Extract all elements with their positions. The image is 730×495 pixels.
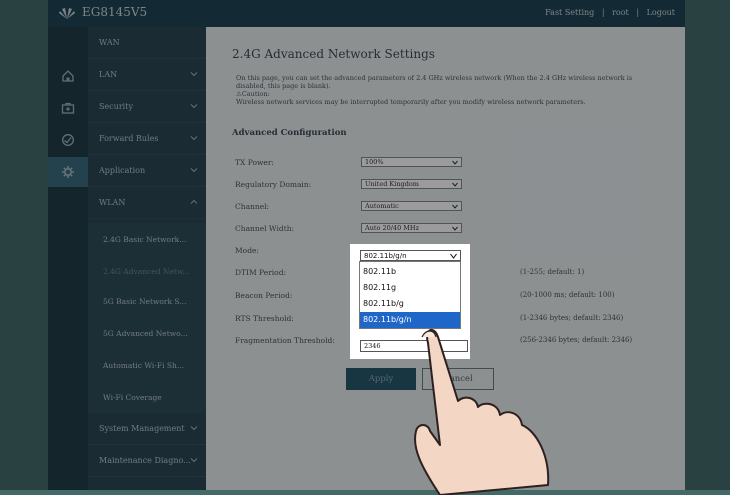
mode-option[interactable]: 802.11b	[360, 264, 460, 280]
mode-option[interactable]: 802.11g	[360, 280, 460, 296]
select-value: 802.11b/g/n	[364, 252, 407, 260]
chevron-down-icon	[450, 253, 457, 259]
mode-select[interactable]: 802.11b/g/n	[360, 250, 461, 261]
pointing-hand-icon	[414, 328, 550, 495]
mode-option[interactable]: 802.11b/g	[360, 296, 460, 312]
